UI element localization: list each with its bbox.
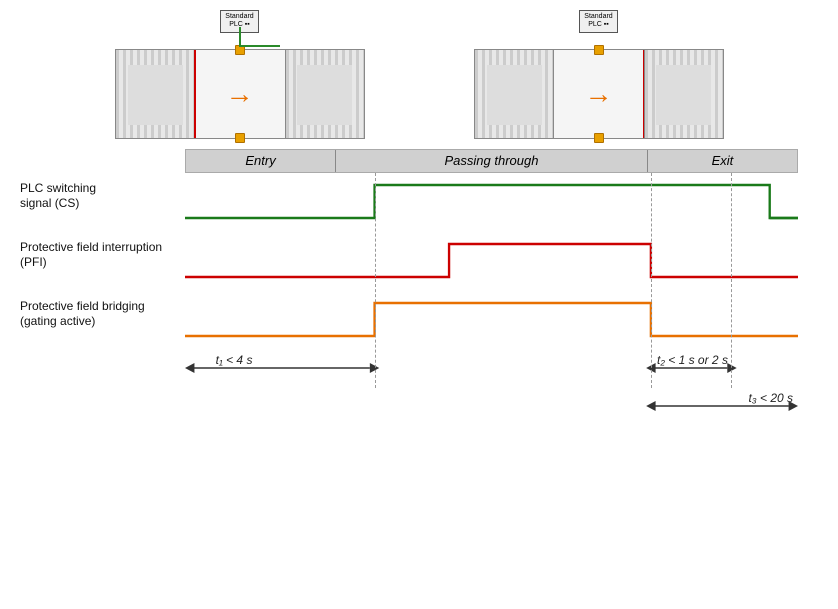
diagram-right: StandardPLC ▪▪ → <box>474 10 724 139</box>
phase-bar-container: Entry Passing through Exit <box>185 149 798 173</box>
t3-arrow-svg <box>185 388 798 423</box>
plc-label-right: StandardPLC ▪▪ <box>579 10 617 33</box>
gate-panel-inner-right-left <box>297 65 352 125</box>
red-line-left <box>194 50 196 138</box>
signal-svg-gating <box>185 291 798 346</box>
gate-center-right: → <box>554 49 644 139</box>
gate-panel-left-outer <box>115 49 195 139</box>
t3-annotation-row: t₃ < 20 s <box>185 388 798 423</box>
signal-label-cs: PLC switching signal (CS) <box>20 173 185 212</box>
t3-label: t₃ < 20 s <box>749 391 793 405</box>
time-annotations-row: t₁ < 4 s t₂ < 1 s or 2 s <box>185 348 798 388</box>
signal-label-pfi: Protective field interruption (PFI) <box>20 232 185 271</box>
phase-entry: Entry <box>245 153 275 168</box>
gate-panel-left-right-diagram <box>474 49 554 139</box>
signal-row-cs: PLC switching signal (CS) <box>185 173 798 228</box>
signal-svg-pfi <box>185 232 798 287</box>
main-container: StandardPLC ▪▪ <box>0 0 838 609</box>
signal-svg-cs <box>185 173 798 228</box>
phase-bar: Entry Passing through Exit <box>185 149 798 173</box>
arrow-right: → <box>585 80 613 108</box>
timing-chart-area: PLC switching signal (CS) Protective fie… <box>185 173 798 388</box>
diagrams-row: StandardPLC ▪▪ <box>20 10 818 139</box>
gate-panel-right-right-diagram <box>644 49 724 139</box>
yellow-dot-top-right <box>594 45 604 55</box>
gate-panel-inner-left <box>128 65 183 125</box>
phase-exit: Exit <box>712 153 734 168</box>
yellow-dot-bottom-left <box>235 133 245 143</box>
gate-center-left: → <box>195 49 285 139</box>
gate-panel-inner-left-right <box>487 65 542 125</box>
t2-label: t₂ < 1 s or 2 s <box>657 353 728 367</box>
arrow-left: → <box>226 80 254 108</box>
yellow-dot-bottom-right <box>594 133 604 143</box>
gate-assembly-right: → <box>474 49 724 139</box>
signal-row-pfi: Protective field interruption (PFI) <box>185 232 798 287</box>
signal-label-gating: Protective field bridging (gating active… <box>20 291 185 330</box>
gate-panel-right-outer-left-diagram <box>285 49 365 139</box>
signal-row-gating: Protective field bridging (gating active… <box>185 291 798 346</box>
gate-assembly-left: → <box>115 49 365 139</box>
phase-passing: Passing through <box>445 153 539 168</box>
diagram-left: StandardPLC ▪▪ <box>115 10 365 139</box>
timing-section: Entry Passing through Exit P <box>20 149 818 423</box>
gate-panel-inner-right-right <box>656 65 711 125</box>
